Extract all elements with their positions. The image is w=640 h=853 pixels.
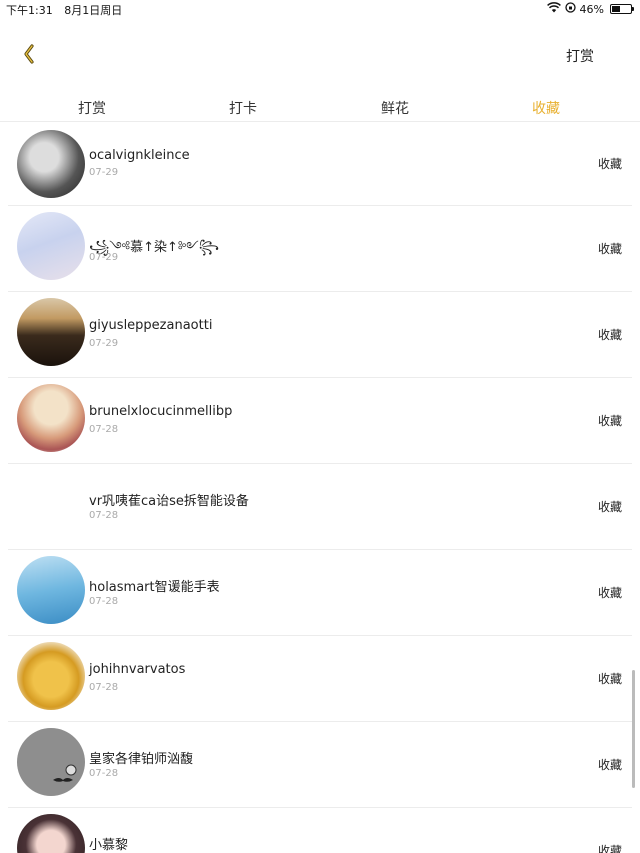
wifi-icon [546,2,561,16]
list-item[interactable]: brunelxlocucinmellibp 07-28 收藏 [8,378,632,464]
list-item[interactable]: vr巩咦萑ca诒se拆智能设备 07-28 收藏 [8,464,632,550]
favorite-label[interactable]: 收藏 [598,584,622,601]
tab-reward[interactable]: 打赏 [78,98,106,118]
item-date: 07-28 [89,424,119,435]
avatar [17,298,85,366]
list-item[interactable]: giyusleppezanaotti 07-29 收藏 [8,292,632,378]
item-date: 07-28 [89,682,119,693]
battery-icon [610,4,634,14]
user-name: holasmart智谖能手表 [89,580,220,595]
favorite-label[interactable]: 收藏 [598,842,622,853]
avatar [17,212,85,280]
nav-bar: 打赏 [0,30,640,80]
reward-button[interactable]: 打赏 [566,46,594,66]
item-date: 07-28 [89,510,119,521]
list-item[interactable]: holasmart智谖能手表 07-28 收藏 [8,550,632,636]
avatar [17,130,85,198]
item-date: 07-29 [89,167,119,178]
user-name: johihnvarvatos [89,662,186,677]
list-item[interactable]: johihnvarvatos 07-28 收藏 [8,636,632,722]
list-item[interactable]: 小慕黎 收藏 [8,808,632,853]
item-date: 07-28 [89,768,119,779]
user-name: 皇家各律铂师汹馥 [89,752,194,767]
item-date: 07-28 [89,596,119,607]
favorites-list: ocalvignkleince 07-29 收藏 ꧁༺慕↑染↑༻꧂ 07-29 … [8,124,632,853]
user-name: ocalvignkleince [89,148,190,163]
user-name: giyusleppezanaotti [89,318,213,333]
favorite-label[interactable]: 收藏 [598,498,622,515]
avatar [17,642,85,710]
user-name: 小慕黎 [89,838,129,853]
status-bar: 下午1:31 8月1日周日 46% [0,0,640,18]
item-date: 07-29 [89,338,119,349]
chevron-left-icon [24,44,34,64]
orientation-lock-icon [564,2,576,16]
avatar [17,728,85,796]
list-item[interactable]: ocalvignkleince 07-29 收藏 [8,124,632,206]
favorite-label[interactable]: 收藏 [598,756,622,773]
list-item[interactable]: ꧁༺慕↑染↑༻꧂ 07-29 收藏 [8,206,632,292]
default-avatar-icon [53,764,77,782]
tab-bar: 打赏 打卡 鲜花 收藏 [0,92,640,122]
favorite-label[interactable]: 收藏 [598,240,622,257]
status-time: 下午1:31 [6,4,53,17]
status-date: 8月1日周日 [64,4,123,17]
tab-checkin[interactable]: 打卡 [229,98,257,118]
avatar [17,384,85,452]
favorite-label[interactable]: 收藏 [598,326,622,343]
user-name: vr巩咦萑ca诒se拆智能设备 [89,494,249,509]
item-date: 07-29 [89,252,119,263]
favorite-label[interactable]: 收藏 [598,155,622,172]
back-button[interactable] [16,40,46,70]
avatar [17,814,85,853]
tab-flowers[interactable]: 鲜花 [381,98,409,118]
user-name: brunelxlocucinmellibp [89,404,233,419]
avatar [17,556,85,624]
battery-percent: 46% [579,2,604,16]
list-item[interactable]: 皇家各律铂师汹馥 07-28 收藏 [8,722,632,808]
favorite-label[interactable]: 收藏 [598,670,622,687]
tab-favorites[interactable]: 收藏 [532,98,560,118]
favorite-label[interactable]: 收藏 [598,412,622,429]
user-name: ꧁༺慕↑染↑༻꧂ [89,240,219,255]
scrollbar[interactable] [632,670,635,788]
